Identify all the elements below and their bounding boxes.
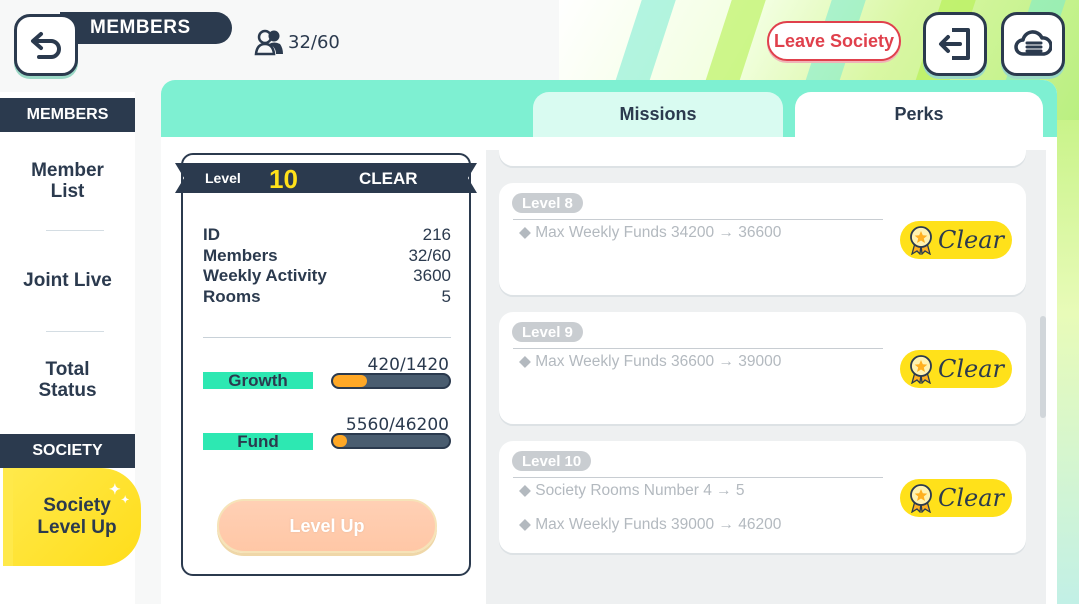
back-button[interactable] xyxy=(14,14,78,76)
perk-text: ◆ Max Weekly Funds 34200 → 36600 xyxy=(519,224,782,241)
level-number: 10 xyxy=(269,164,298,194)
fund-progress-bar xyxy=(331,433,451,449)
fund-label: Fund xyxy=(203,432,313,451)
level-status: CLEAR xyxy=(359,169,418,188)
tab-perks[interactable]: Perks xyxy=(795,92,1043,137)
perk-card-partial xyxy=(499,150,1026,166)
ribbon-medal-icon xyxy=(910,226,932,255)
cloud-menu-button[interactable] xyxy=(1001,12,1065,76)
stat-label: Weekly Activity xyxy=(203,266,327,285)
perk-divider xyxy=(513,219,883,220)
ribbon-medal-icon xyxy=(910,484,932,513)
sidebar-item-joint-live[interactable]: Joint Live xyxy=(0,268,135,292)
back-arrow-icon xyxy=(31,32,61,59)
tab-missions[interactable]: Missions xyxy=(533,92,783,137)
perk-card: Level 9 ◆ Max Weekly Funds 36600 → 39000… xyxy=(499,312,1026,424)
sidebar-section-society: SOCIETY xyxy=(0,434,135,468)
stat-row: Rooms 5 xyxy=(203,287,451,308)
ribbon-medal-icon xyxy=(910,355,932,384)
clear-badge: Clear xyxy=(900,479,1012,517)
exit-icon xyxy=(939,28,970,60)
sidebar-item-label: Society Level Up xyxy=(37,495,117,538)
clear-badge-label: Clear xyxy=(938,355,1005,383)
exit-button[interactable] xyxy=(923,12,987,76)
perk-divider xyxy=(513,348,883,349)
level-ribbon: Level 10 CLEAR xyxy=(175,163,477,193)
level-card: Level 10 CLEAR ID 216 Members 32/60 Week… xyxy=(175,153,477,576)
clear-badge-label: Clear xyxy=(938,226,1005,254)
perk-text: ◆ Max Weekly Funds 36600 → 39000 xyxy=(519,353,782,370)
stat-value: 32/60 xyxy=(408,245,451,265)
growth-value: 420/1420 xyxy=(367,355,449,375)
sidebar-divider xyxy=(46,230,104,231)
stat-label: Rooms xyxy=(203,286,261,306)
cloud-menu-icon xyxy=(1014,30,1052,56)
level-up-button[interactable]: Level Up xyxy=(217,499,437,553)
clear-badge: Clear xyxy=(900,221,1012,259)
member-count: 32/60 xyxy=(254,28,340,56)
sidebar-item-society-level-up[interactable]: Society Level Up ✦ ✦ xyxy=(13,468,141,566)
stat-label: Members xyxy=(203,245,278,265)
sparkle-icon: ✦ xyxy=(121,495,130,506)
perk-card: Level 10 ◆ Society Rooms Number 4 → 5 ◆ … xyxy=(499,441,1026,553)
perk-level-badge: Level 9 xyxy=(512,322,583,342)
perks-scrollbar[interactable] xyxy=(1040,316,1046,418)
stat-value: 5 xyxy=(441,286,451,306)
stat-row: ID 216 xyxy=(203,225,451,246)
growth-progress-fill xyxy=(333,375,368,387)
stat-row: Weekly Activity 3600 xyxy=(203,266,451,287)
leave-society-button[interactable]: Leave Society xyxy=(767,21,901,61)
sidebar-item-total-status[interactable]: Total Status xyxy=(0,358,135,402)
card-divider xyxy=(203,337,451,338)
sidebar-section-members: MEMBERS xyxy=(0,98,135,132)
perk-divider xyxy=(513,477,883,478)
perk-card: Level 8 ◆ Max Weekly Funds 34200 → 36600… xyxy=(499,183,1026,295)
clear-badge: Clear xyxy=(900,350,1012,388)
level-label: Level xyxy=(205,170,241,186)
perk-text: ◆ Max Weekly Funds 39000 → 46200 xyxy=(519,516,782,533)
perk-level-badge: Level 8 xyxy=(512,193,583,213)
stat-value: 3600 xyxy=(413,266,451,285)
member-count-text: 32/60 xyxy=(288,31,340,53)
page-title: MEMBERS xyxy=(60,12,232,44)
society-stats: ID 216 Members 32/60 Weekly Activity 360… xyxy=(203,225,451,307)
members-icon xyxy=(254,29,283,56)
fund-value: 5560/46200 xyxy=(345,415,449,435)
growth-progress-bar xyxy=(331,373,451,389)
sidebar-divider xyxy=(46,331,104,332)
perks-list: Level 8 ◆ Max Weekly Funds 34200 → 36600… xyxy=(486,150,1046,604)
stat-value: 216 xyxy=(422,225,451,244)
main-panel: Missions Perks Level 10 CLEAR ID 216 Mem… xyxy=(161,80,1057,604)
perk-level-badge: Level 10 xyxy=(512,451,592,471)
stat-label: ID xyxy=(203,225,220,244)
sparkle-icon: ✦ xyxy=(109,481,121,497)
clear-badge-label: Clear xyxy=(938,484,1005,512)
perk-text: ◆ Society Rooms Number 4 → 5 xyxy=(519,482,745,499)
fund-progress-fill xyxy=(333,435,347,447)
growth-label: Growth xyxy=(203,371,313,390)
stat-row: Members 32/60 xyxy=(203,246,451,267)
sidebar-item-member-list[interactable]: Member List xyxy=(0,160,135,202)
